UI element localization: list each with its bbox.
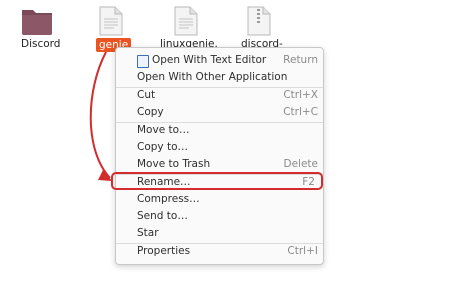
annotation-arrow <box>89 51 112 181</box>
